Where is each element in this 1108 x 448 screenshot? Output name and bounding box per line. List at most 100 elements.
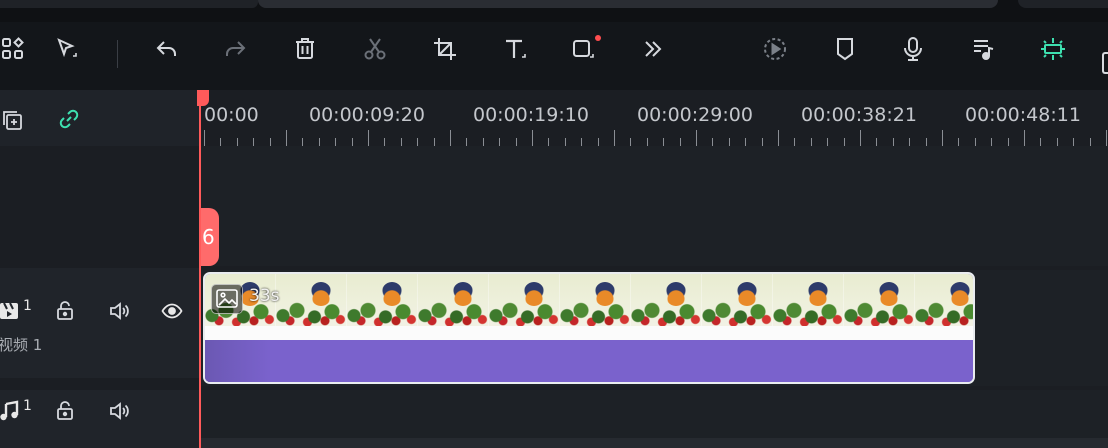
- audio-list-icon[interactable]: [966, 32, 1000, 66]
- toolbar-divider: [117, 40, 118, 68]
- window-tab-left: [0, 0, 258, 8]
- playhead-handle[interactable]: [197, 90, 209, 106]
- video-track-header: 1 视频 1: [0, 268, 200, 378]
- ruler-tick: [548, 138, 550, 146]
- playhead[interactable]: [199, 90, 201, 448]
- layout-grid-icon[interactable]: [0, 32, 30, 66]
- ruler-tick: [236, 138, 238, 146]
- clip-duration: 33s: [249, 286, 280, 306]
- ruler-tick: [204, 130, 205, 146]
- select-cursor-icon[interactable]: [50, 32, 84, 66]
- ruler-tick: [843, 138, 845, 146]
- ruler-tick: [810, 138, 812, 146]
- link-icon[interactable]: [54, 104, 84, 134]
- cut-icon[interactable]: [358, 32, 392, 66]
- ruler-tick: [712, 138, 714, 146]
- snap-icon[interactable]: [1036, 32, 1070, 66]
- time-ruler[interactable]: 00:00 00:00:09:20 00:00:19:10 00:00:29:0…: [200, 90, 1108, 146]
- clip-fade: [205, 340, 269, 382]
- ruler-tick: [400, 138, 402, 146]
- ruler-tick: [679, 138, 681, 146]
- video-track-name: 视频 1: [0, 336, 43, 354]
- ruler-tick: [761, 138, 763, 146]
- ruler-tick: [942, 130, 943, 146]
- audio-track-number: 1: [23, 398, 32, 414]
- ruler-tick: [728, 138, 730, 146]
- add-track-icon[interactable]: [0, 106, 26, 134]
- ruler-tick: [597, 138, 599, 146]
- audio-track-header: 1: [0, 390, 200, 448]
- ruler-tick: [499, 138, 501, 146]
- track-header-panel: 1 视频 1 1: [0, 90, 200, 448]
- ruler-tick: [269, 138, 271, 146]
- ruler-tick: [351, 138, 353, 146]
- ruler-tick: [614, 130, 615, 146]
- ruler-tick: [482, 138, 484, 146]
- ruler-label: 00:00: [204, 104, 259, 126]
- ruler-tick: [220, 138, 222, 146]
- notification-badge: [595, 35, 601, 41]
- ruler-tick: [860, 130, 861, 146]
- ruler-tick: [974, 138, 976, 146]
- ruler-tick: [1106, 130, 1107, 146]
- video-track-number: 1: [23, 298, 32, 314]
- more-icon[interactable]: [636, 32, 670, 66]
- window-tab-center: [258, 0, 998, 8]
- ruler-tick: [991, 138, 993, 146]
- ruler-tick: [1089, 138, 1091, 146]
- marker-label: 6: [202, 225, 215, 249]
- delete-icon[interactable]: [288, 32, 322, 66]
- ruler-tick: [696, 130, 697, 146]
- overflow-icon[interactable]: [1102, 52, 1108, 74]
- ruler-tick: [1056, 138, 1058, 146]
- redo-icon[interactable]: [218, 32, 252, 66]
- video-track-icon: [0, 298, 22, 324]
- ruler-tick: [515, 138, 517, 146]
- music-note-icon: [0, 398, 22, 424]
- ruler-tick: [909, 138, 911, 146]
- render-preview-icon[interactable]: [758, 32, 792, 66]
- video-clip[interactable]: 33s: [203, 272, 975, 384]
- window-tab-right: [1018, 0, 1108, 8]
- ruler-tick: [532, 130, 533, 146]
- undo-icon[interactable]: [150, 32, 184, 66]
- text-icon[interactable]: [498, 32, 532, 66]
- audio-lock-icon[interactable]: [52, 398, 78, 424]
- horizontal-scrollbar[interactable]: [200, 438, 1108, 448]
- clip-waveform-strip: [205, 326, 973, 340]
- ruler-label: 00:00:48:11: [965, 104, 1081, 126]
- marker-icon[interactable]: [828, 32, 862, 66]
- title-strip: [0, 0, 1108, 22]
- ruler-tick: [827, 138, 829, 146]
- ruler-tick: [581, 138, 583, 146]
- ruler-tick: [1040, 138, 1042, 146]
- ruler-tick: [663, 138, 665, 146]
- ruler-tick: [925, 138, 927, 146]
- volume-icon[interactable]: [106, 298, 132, 324]
- lock-icon[interactable]: [52, 298, 78, 324]
- ruler-tick: [433, 138, 435, 146]
- ruler-label: 00:00:09:20: [309, 104, 425, 126]
- eye-icon[interactable]: [159, 298, 185, 324]
- ruler-tick: [302, 138, 304, 146]
- ruler-tick: [466, 138, 468, 146]
- ruler-tick: [286, 130, 287, 146]
- microphone-icon[interactable]: [896, 32, 930, 66]
- audio-track-row: [200, 390, 1108, 438]
- ruler-tick: [1073, 138, 1075, 146]
- audio-volume-icon[interactable]: [106, 398, 132, 424]
- track-header-top: [0, 90, 200, 146]
- ruler-tick: [1024, 130, 1025, 146]
- ruler-label: 00:00:19:10: [473, 104, 589, 126]
- ruler-tick: [335, 138, 337, 146]
- ruler-tick: [564, 138, 566, 146]
- ruler-tick: [630, 138, 632, 146]
- ruler-tick: [794, 138, 796, 146]
- ruler-tick: [876, 138, 878, 146]
- ruler-tick: [253, 138, 255, 146]
- ruler-label: 00:00:38:21: [801, 104, 917, 126]
- crop-icon[interactable]: [428, 32, 462, 66]
- ruler-tick: [384, 138, 386, 146]
- timeline-marker[interactable]: 6: [201, 208, 219, 266]
- image-clip-icon: [211, 284, 243, 314]
